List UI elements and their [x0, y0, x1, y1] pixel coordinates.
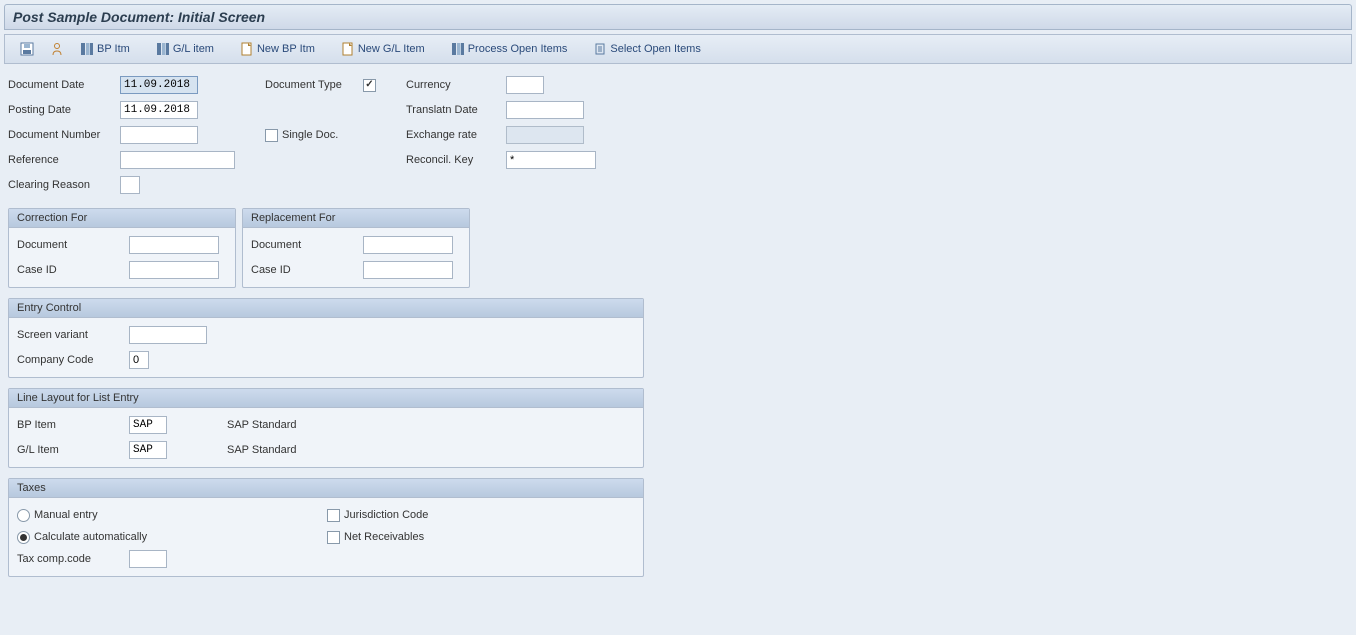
toolbar-process-open-items-label: Process Open Items — [468, 43, 568, 55]
reference-label: Reference — [8, 154, 120, 166]
document-number-input[interactable] — [120, 126, 198, 144]
gl-item-label: G/L Item — [17, 444, 129, 456]
entry-control-title: Entry Control — [9, 299, 643, 318]
clearing-reason-label: Clearing Reason — [8, 179, 120, 191]
toolbar-new-gl-item[interactable]: New G/L Item — [334, 39, 432, 59]
company-code-input[interactable] — [129, 351, 149, 369]
reference-input[interactable] — [120, 151, 235, 169]
line-layout-title: Line Layout for List Entry — [9, 389, 643, 408]
posting-date-input[interactable] — [120, 101, 198, 119]
calculate-auto-radio[interactable] — [17, 531, 30, 544]
company-code-label: Company Code — [17, 354, 129, 366]
correction-caseid-input[interactable] — [129, 261, 219, 279]
reconcil-key-label: Reconcil. Key — [406, 154, 506, 166]
replacement-document-label: Document — [251, 239, 363, 251]
tax-comp-code-input[interactable] — [129, 550, 167, 568]
jurisdiction-code-label: Jurisdiction Code — [344, 509, 428, 521]
single-doc-checkbox[interactable] — [265, 129, 278, 142]
tax-comp-code-label: Tax comp.code — [17, 553, 129, 565]
calculate-auto-label: Calculate automatically — [34, 531, 147, 543]
correction-caseid-label: Case ID — [17, 264, 129, 276]
document-type-checkbox[interactable] — [363, 79, 376, 92]
net-receivables-label: Net Receivables — [344, 531, 424, 543]
manual-entry-label: Manual entry — [34, 509, 98, 521]
correction-title: Correction For — [9, 209, 235, 228]
entry-control-panel: Entry Control Screen variant Company Cod… — [8, 298, 644, 378]
toolbar-select-open-items[interactable]: Select Open Items — [586, 39, 708, 59]
correction-document-input[interactable] — [129, 236, 219, 254]
currency-input[interactable] — [506, 76, 544, 94]
posting-date-label: Posting Date — [8, 104, 120, 116]
bp-item-label: BP Item — [17, 419, 129, 431]
toolbar: BP Itm G/L item New BP Itm New G/L Item … — [4, 34, 1352, 64]
exchange-rate-label: Exchange rate — [406, 129, 506, 141]
correction-for-panel: Correction For Document Case ID — [8, 208, 236, 288]
currency-label: Currency — [406, 79, 506, 91]
toolbar-new-bp-itm[interactable]: New BP Itm — [233, 39, 322, 59]
toolbar-gl-item-label: G/L item — [173, 43, 214, 55]
screen-variant-input[interactable] — [129, 326, 207, 344]
replacement-document-input[interactable] — [363, 236, 453, 254]
translatn-date-input[interactable] — [506, 101, 584, 119]
line-layout-panel: Line Layout for List Entry BP Item SAP S… — [8, 388, 644, 468]
clearing-reason-input[interactable] — [120, 176, 140, 194]
replacement-for-panel: Replacement For Document Case ID — [242, 208, 470, 288]
replacement-caseid-input[interactable] — [363, 261, 453, 279]
gl-item-text: SAP Standard — [227, 444, 297, 456]
toolbar-gl-item[interactable]: G/L item — [149, 39, 221, 59]
exchange-rate-input[interactable] — [506, 126, 584, 144]
manual-entry-radio[interactable] — [17, 509, 30, 522]
document-type-label: Document Type — [265, 79, 363, 91]
reconcil-key-input[interactable] — [506, 151, 596, 169]
net-receivables-checkbox[interactable] — [327, 531, 340, 544]
toolbar-bp-itm[interactable]: BP Itm — [73, 39, 137, 59]
toolbar-bp-itm-label: BP Itm — [97, 43, 130, 55]
single-doc-label: Single Doc. — [282, 129, 338, 141]
toolbar-person-icon[interactable] — [43, 39, 71, 59]
translatn-date-label: Translatn Date — [406, 104, 506, 116]
correction-document-label: Document — [17, 239, 129, 251]
replacement-caseid-label: Case ID — [251, 264, 363, 276]
document-date-label: Document Date — [8, 79, 120, 91]
bp-item-input[interactable] — [129, 416, 167, 434]
bp-item-text: SAP Standard — [227, 419, 297, 431]
document-number-label: Document Number — [8, 129, 120, 141]
page-title: Post Sample Document: Initial Screen — [4, 4, 1352, 30]
toolbar-new-gl-item-label: New G/L Item — [358, 43, 425, 55]
taxes-title: Taxes — [9, 479, 643, 498]
toolbar-select-open-items-label: Select Open Items — [610, 43, 701, 55]
jurisdiction-code-checkbox[interactable] — [327, 509, 340, 522]
toolbar-new-bp-itm-label: New BP Itm — [257, 43, 315, 55]
document-date-input[interactable] — [120, 76, 198, 94]
replacement-title: Replacement For — [243, 209, 469, 228]
toolbar-process-open-items[interactable]: Process Open Items — [444, 39, 575, 59]
taxes-panel: Taxes Manual entry Jurisdiction Code Cal… — [8, 478, 644, 577]
gl-item-input[interactable] — [129, 441, 167, 459]
screen-variant-label: Screen variant — [17, 329, 129, 341]
toolbar-save-icon[interactable] — [13, 39, 41, 59]
